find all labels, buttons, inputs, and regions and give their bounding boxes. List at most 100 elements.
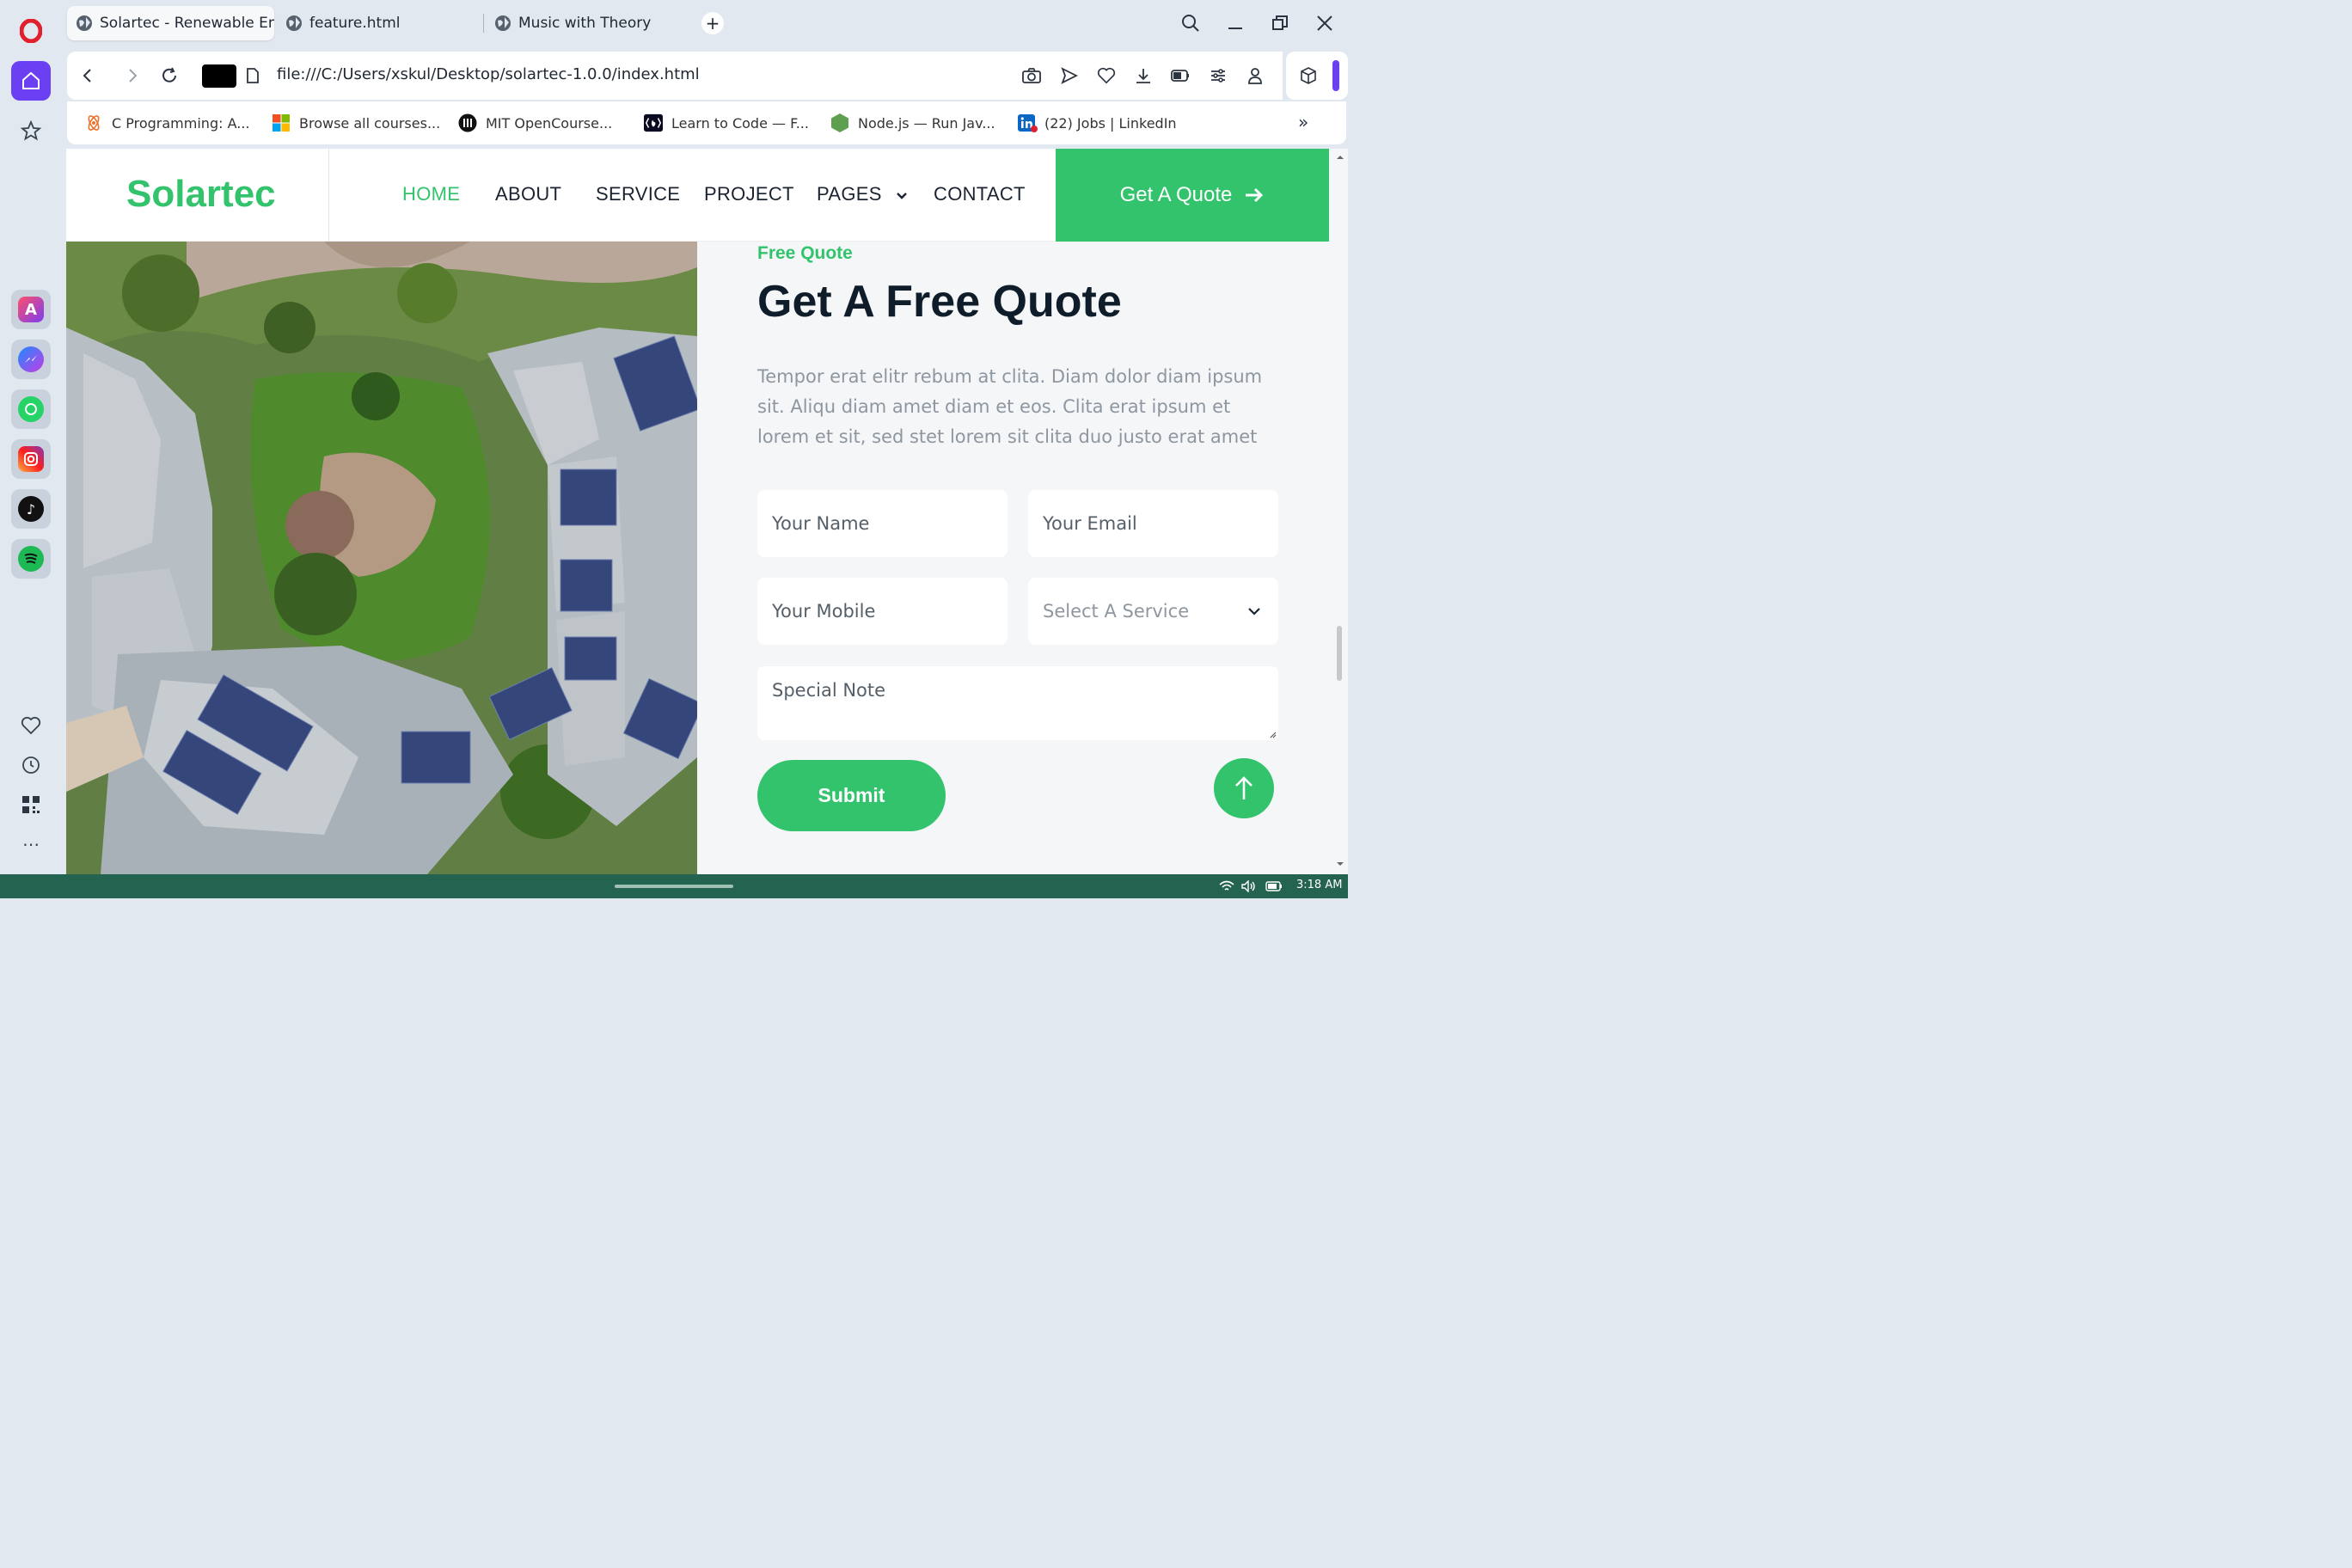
get-a-quote-label: Get A Quote — [1119, 183, 1233, 206]
nav-service-link[interactable]: SERVICE — [596, 183, 680, 205]
bookmarks-bar: C Programming: A... Browse all courses..… — [67, 101, 1346, 144]
bookmark-browse-courses[interactable]: Browse all courses... — [272, 112, 440, 134]
service-select[interactable]: Select A Service — [1028, 578, 1278, 645]
special-note-textarea[interactable]: Special Note — [757, 666, 1278, 740]
profile-icon[interactable] — [1243, 64, 1267, 88]
mobile-input[interactable]: Your Mobile — [757, 578, 1008, 645]
send-flow-icon[interactable] — [1057, 64, 1081, 88]
globe-icon — [495, 15, 511, 31]
mit-icon — [458, 113, 477, 132]
back-to-top-button[interactable] — [1214, 758, 1274, 818]
minimize-icon[interactable] — [1222, 10, 1248, 36]
tab-search-icon[interactable] — [1178, 10, 1204, 36]
page-scrollbar[interactable] — [1332, 149, 1348, 874]
extensions-panel — [1286, 52, 1348, 100]
tab-feature[interactable]: feature.html — [277, 6, 476, 40]
forward-icon[interactable] — [120, 64, 144, 88]
bookmark-nodejs[interactable]: Node.js — Run Jav... — [830, 112, 995, 134]
resize-handle-icon[interactable] — [1268, 730, 1277, 738]
plus-icon: + — [705, 13, 720, 34]
url-field[interactable]: file:///C:/Users/xskul/Desktop/solartec-… — [277, 65, 700, 83]
instagram-icon — [18, 446, 44, 472]
mobile-placeholder: Your Mobile — [772, 601, 876, 622]
back-icon[interactable] — [76, 64, 100, 88]
nav-contact-link[interactable]: CONTACT — [934, 183, 1026, 205]
bookmark-linkedin-jobs[interactable]: (22) Jobs | LinkedIn — [1017, 112, 1177, 134]
scroll-up-arrow-icon[interactable] — [1336, 154, 1344, 161]
battery-saver-icon[interactable] — [1168, 64, 1192, 88]
tab-solartec[interactable]: Solartec - Renewable Energy — [67, 6, 274, 40]
battery-icon[interactable] — [1265, 881, 1283, 891]
nav-home-link[interactable]: HOME — [402, 183, 460, 205]
nav-pages-dropdown[interactable]: PAGES — [817, 183, 908, 205]
qr-code-icon[interactable] — [19, 793, 43, 817]
speed-dial-star-icon[interactable] — [19, 119, 43, 143]
arrow-up-icon — [1235, 776, 1253, 799]
reload-icon[interactable] — [157, 64, 181, 88]
bookmark-label: Node.js — Run Jav... — [858, 114, 995, 132]
close-window-icon[interactable] — [1312, 10, 1338, 36]
name-placeholder: Your Name — [772, 513, 870, 534]
submit-button[interactable]: Submit — [757, 760, 946, 831]
submit-label: Submit — [818, 784, 885, 806]
messenger-app-button[interactable] — [11, 340, 51, 379]
scrollbar-thumb[interactable] — [1337, 626, 1342, 681]
whatsapp-icon — [18, 396, 44, 422]
email-input[interactable]: Your Email — [1028, 490, 1278, 557]
whatsapp-app-button[interactable] — [11, 389, 51, 429]
instagram-app-button[interactable] — [11, 439, 51, 479]
bookmark-heart-icon[interactable] — [1094, 64, 1118, 88]
more-options-icon[interactable]: ⋯ — [19, 832, 43, 856]
note-placeholder: Special Note — [772, 680, 886, 701]
wifi-icon[interactable] — [1219, 880, 1234, 892]
nav-project-link[interactable]: PROJECT — [704, 183, 794, 205]
address-bar: file:///C:/Users/xskul/Desktop/solartec-… — [67, 52, 1283, 100]
notification-dot — [1031, 126, 1038, 132]
nav-pages-label: PAGES — [817, 183, 882, 205]
name-input[interactable]: Your Name — [757, 490, 1008, 557]
site-navbar: Solartec HOME ABOUT SERVICE PROJECT PAGE… — [66, 149, 1329, 242]
spotify-app-button[interactable] — [11, 539, 51, 579]
restore-icon[interactable] — [1267, 10, 1293, 36]
download-icon[interactable] — [1131, 64, 1155, 88]
site-logo[interactable]: Solartec — [126, 173, 276, 216]
system-taskbar: 3:18 AM — [0, 874, 1348, 898]
bookmark-c-programming[interactable]: C Programming: A... — [84, 112, 250, 134]
bookmark-label: (22) Jobs | LinkedIn — [1044, 114, 1177, 132]
vpn-badge[interactable] — [202, 64, 236, 88]
globe-icon — [77, 15, 92, 31]
section-title: Get A Free Quote — [757, 277, 1122, 327]
easy-setup-icon[interactable] — [1206, 64, 1230, 88]
aria-app-button[interactable]: A — [11, 290, 51, 329]
opera-logo-icon[interactable] — [19, 19, 43, 43]
home-icon — [22, 71, 40, 89]
bookmark-freecodecamp[interactable]: Learn to Code — F... — [644, 112, 809, 134]
volume-icon[interactable] — [1241, 880, 1257, 892]
history-clock-icon[interactable] — [19, 753, 43, 777]
sidebar-indicator — [1332, 60, 1339, 91]
new-tab-button[interactable]: + — [701, 12, 724, 34]
globe-icon — [286, 15, 302, 31]
scroll-down-arrow-icon[interactable] — [1336, 861, 1344, 867]
bookmark-label: MIT OpenCourse... — [486, 114, 613, 132]
section-description: Tempor erat elitr rebum at clita. Diam d… — [757, 366, 1263, 447]
bookmark-label: C Programming: A... — [112, 114, 250, 132]
tab-separator — [483, 14, 484, 33]
tab-music-theory[interactable]: Music with Theory — [486, 6, 690, 40]
bookmark-mit-opencourseware[interactable]: MIT OpenCourse... — [458, 112, 612, 134]
workspace-home-button[interactable] — [11, 61, 51, 101]
get-a-quote-button[interactable]: Get A Quote — [1056, 149, 1329, 242]
heart-icon[interactable] — [19, 714, 43, 738]
taskbar-handle[interactable] — [615, 885, 733, 888]
solar-buildings-photo — [66, 242, 697, 874]
nodejs-icon — [830, 113, 849, 132]
section-eyebrow: Free Quote — [757, 243, 853, 263]
more-bookmarks-icon[interactable]: » — [1298, 112, 1308, 132]
camera-snapshot-icon[interactable] — [1020, 64, 1044, 88]
tiktok-app-button[interactable]: ♪ — [11, 489, 51, 529]
nav-about-link[interactable]: ABOUT — [495, 183, 561, 205]
extensions-cube-icon[interactable] — [1296, 64, 1320, 88]
microsoft-icon — [272, 113, 291, 132]
tiktok-icon: ♪ — [18, 496, 44, 522]
bookmark-label: Browse all courses... — [299, 114, 441, 132]
